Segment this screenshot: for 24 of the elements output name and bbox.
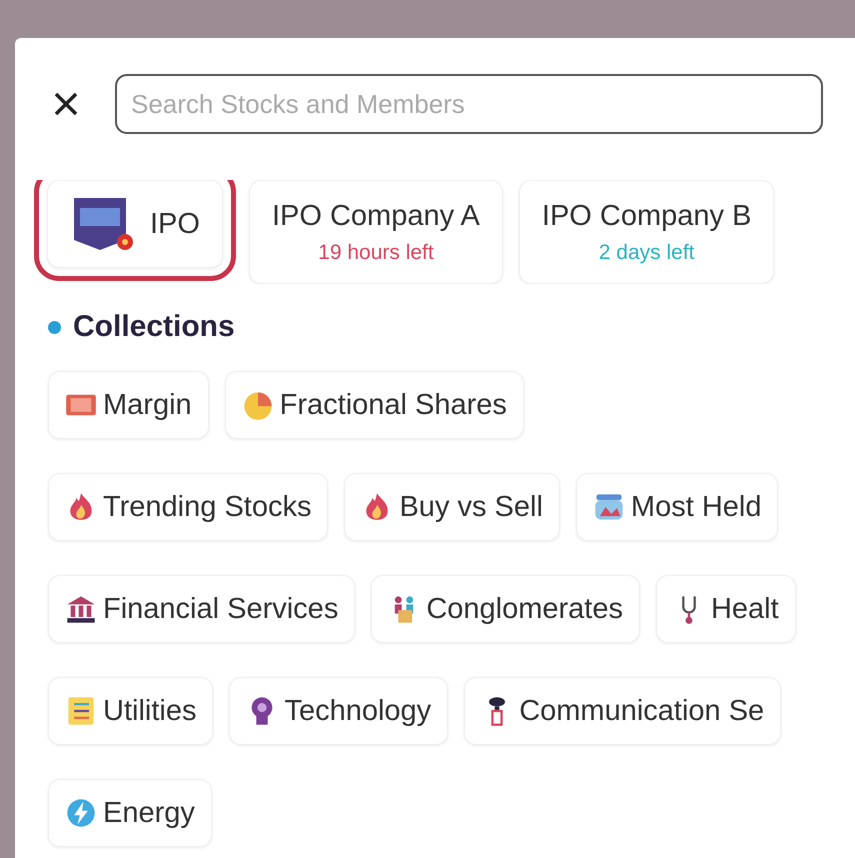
collection-chip[interactable]: Margin (48, 371, 209, 439)
company-name: IPO Company B (542, 200, 752, 232)
collection-chip[interactable]: Fractional Shares (224, 371, 524, 439)
collection-chip[interactable]: Conglomerates (371, 575, 640, 643)
collection-chip[interactable]: Most Held (576, 473, 778, 541)
ipo-label: IPO (150, 208, 200, 240)
ipo-company-chip[interactable]: IPO Company B 2 days left (518, 180, 774, 284)
collection-chip[interactable]: Technology (229, 677, 448, 745)
section-dot (48, 320, 61, 334)
close-icon[interactable] (53, 91, 79, 117)
section-title: Collections (73, 310, 235, 344)
collection-chip[interactable]: Buy vs Sell (344, 473, 560, 541)
search-field[interactable]: Search Stocks and Members (115, 74, 823, 134)
time-left: 2 days left (598, 240, 695, 264)
lightning-icon (65, 797, 97, 829)
collection-chip[interactable]: Healt (656, 575, 796, 643)
ipo-company-chip[interactable]: IPO Company A 19 hours left (248, 180, 503, 284)
collection-chip[interactable]: Energy (48, 779, 212, 847)
collection-chip[interactable]: Utilities (48, 677, 214, 745)
collection-chip[interactable]: Trending Stocks (48, 473, 328, 541)
collection-chip[interactable]: Financial Services (48, 575, 356, 643)
company-name: IPO Company A (272, 200, 480, 232)
collection-chip[interactable]: Communication Se (464, 677, 782, 745)
time-left: 19 hours left (318, 240, 434, 264)
